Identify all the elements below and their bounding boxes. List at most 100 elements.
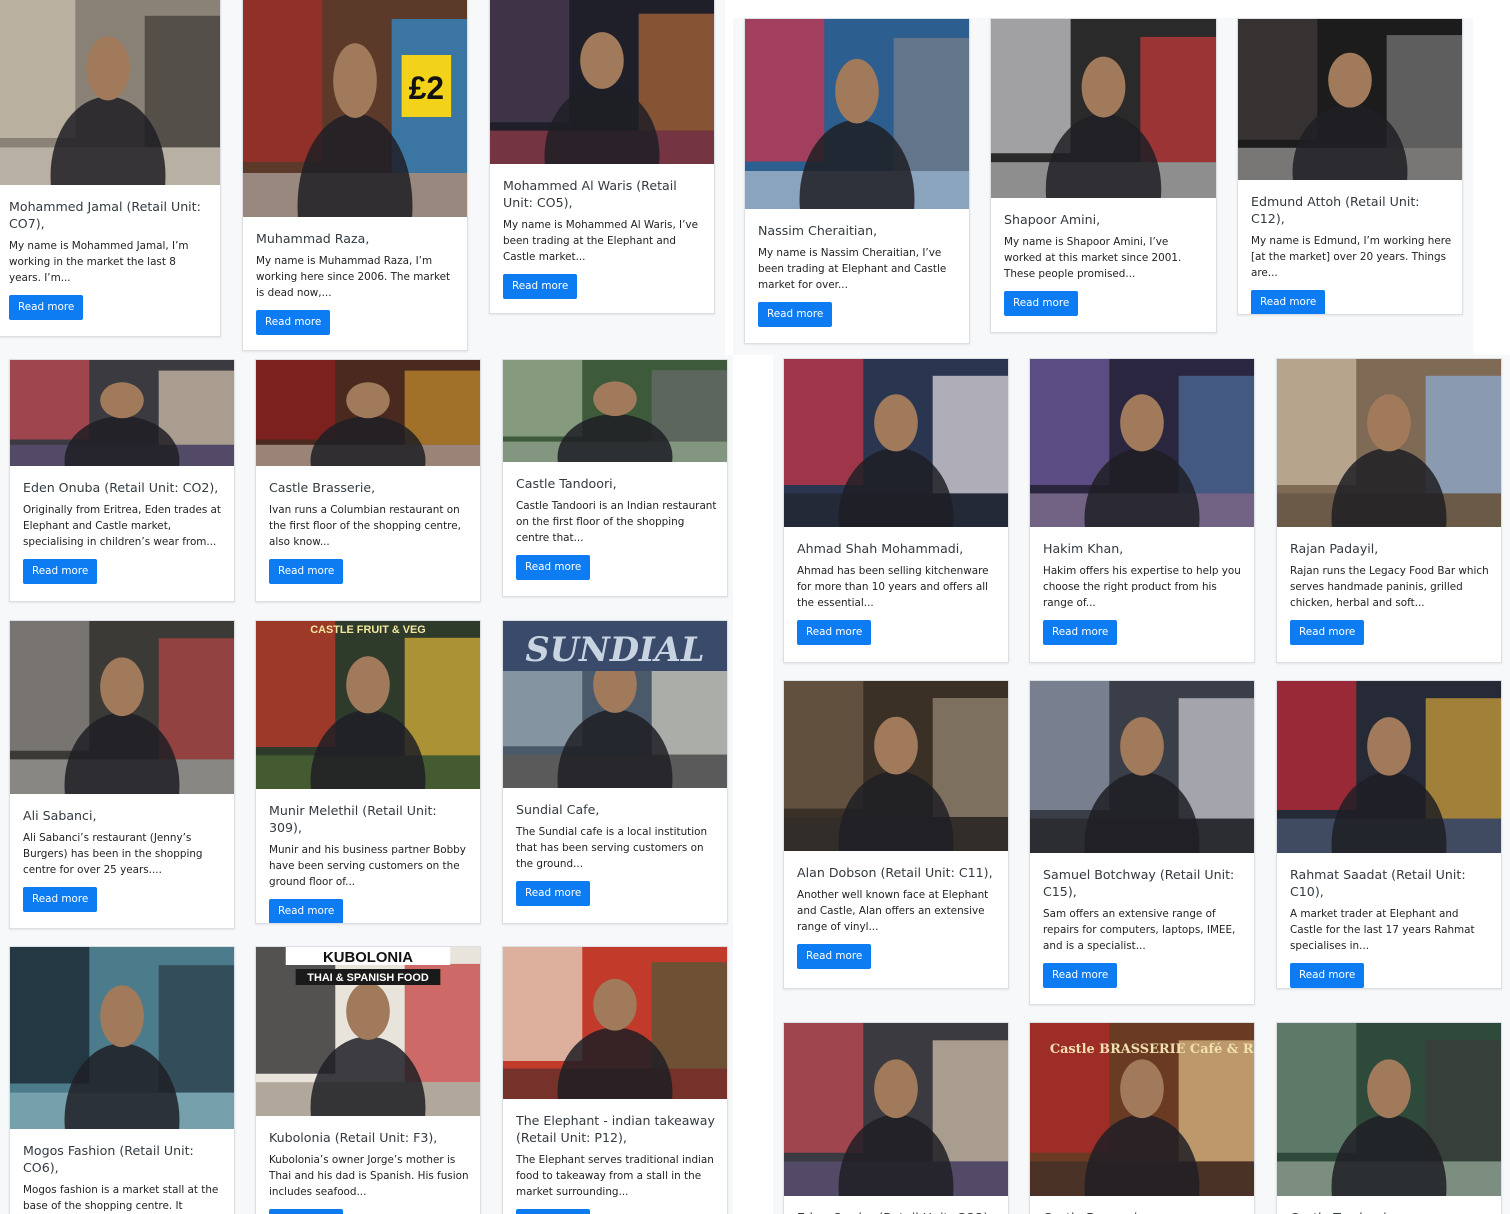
- card-body: Muhammad Raza, My name is Muhammad Raza, …: [256, 230, 457, 335]
- card-body: Ahmad Shah Mohammadi, Ahmad has been sell…: [797, 540, 998, 645]
- card: Hakim Khan, Hakim offers his expertise to…: [1029, 358, 1255, 663]
- card: Castle Tandoori,Read more: [1276, 1022, 1502, 1214]
- read-more-button[interactable]: Read more: [1004, 291, 1079, 316]
- card-body: Castle Brasserie, Ivan runs a Columbian r…: [269, 479, 470, 584]
- read-more-button[interactable]: Read more: [1290, 620, 1365, 645]
- card: Mohammed Jamal (Retail Unit: CO7), My nam…: [0, 0, 221, 337]
- read-more-button[interactable]: Read more: [1290, 963, 1365, 988]
- card-title: Ahmad Shah Mohammadi,: [797, 541, 964, 556]
- card-body: Castle Tandoori, Castle Tandoori is an In…: [516, 475, 717, 580]
- card-body: Edmund Attoh (Retail Unit: C12), My name …: [1251, 193, 1452, 314]
- card-excerpt: Ivan runs a Columbian restaurant on the …: [269, 504, 461, 548]
- card-excerpt: My name is Shapoor Amini, I’ve worked at…: [1004, 236, 1182, 280]
- card-title: Mohammed Jamal (Retail Unit: CO7),: [9, 199, 201, 231]
- thai-spanish-food-stall-photo: KUBOLONIA THAI & SPANISH FOOD: [256, 947, 480, 1116]
- card-excerpt: My name is Mohammed Al Waris, I’ve been …: [503, 219, 698, 263]
- card-body: Samuel Botchway (Retail Unit: C15), Sam o…: [1043, 866, 1244, 988]
- card-excerpt: Kubolonia’s owner Jorge’s mother is Thai…: [269, 1154, 469, 1198]
- card: Mohammed Al Waris (Retail Unit: CO5), My …: [489, 0, 715, 314]
- card-body: Eden Onuba (Retail Unit: CO2),Read more: [797, 1209, 998, 1214]
- kubolonia-sign: KUBOLONIA: [323, 949, 413, 966]
- card-body: Shapoor Amini, My name is Shapoor Amini, …: [1004, 211, 1206, 316]
- card: Edmund Attoh (Retail Unit: C12), My name …: [1237, 18, 1463, 315]
- card-excerpt: Rajan runs the Legacy Food Bar which ser…: [1290, 565, 1489, 609]
- electronics-repair-trader-photo: [1030, 681, 1254, 853]
- card-excerpt: Another well known face at Elephant and …: [797, 889, 989, 933]
- read-more-button[interactable]: Read more: [1043, 620, 1118, 645]
- card-body: Castle Tandoori,Read more: [1290, 1209, 1491, 1214]
- read-more-button[interactable]: Read more: [269, 559, 344, 584]
- card-title: Castle Brasserie,: [1043, 1209, 1244, 1214]
- read-more-button[interactable]: Read more: [9, 295, 84, 320]
- card-body: Castle Brasserie,Read more: [1043, 1209, 1244, 1214]
- portrait-photo: [10, 947, 234, 1129]
- card-title: Castle Brasserie,: [269, 480, 376, 495]
- food-bar-owner-photo: [1277, 359, 1501, 527]
- card-body: Eden Onuba (Retail Unit: CO2), Originally…: [23, 479, 224, 584]
- two-traders-photo: [784, 1023, 1008, 1196]
- card-body: Rahmat Saadat (Retail Unit: C10), A marke…: [1290, 866, 1491, 988]
- read-more-button[interactable]: Read more: [758, 302, 833, 327]
- card-excerpt: My name is Muhammad Raza, I’m working he…: [256, 255, 451, 299]
- read-more-button[interactable]: Read more: [503, 274, 578, 299]
- card-excerpt: Castle Tandoori is an Indian restaurant …: [516, 500, 717, 544]
- card: SUNDIAL Sundial Cafe, The Sundial cafe is …: [502, 620, 728, 924]
- card: Castle Tandoori, Castle Tandoori is an In…: [502, 359, 728, 597]
- kubolonia-subsign: THAI & SPANISH FOOD: [307, 972, 428, 984]
- card-body: Mohammed Jamal (Retail Unit: CO7), My nam…: [9, 198, 210, 320]
- card-excerpt: Hakim offers his expertise to help you c…: [1043, 565, 1241, 609]
- card-excerpt: The Sundial cafe is a local institution …: [516, 826, 708, 870]
- card-title: Munir Melethil (Retail Unit: 309),: [269, 803, 437, 835]
- card-title: Kubolonia (Retail Unit: F3),: [269, 1130, 438, 1145]
- brasserie-sign: Castle BRASSERIE Café & Restaurant: [1050, 1042, 1254, 1057]
- card-title: Eden Onuba (Retail Unit: CO2),: [797, 1209, 998, 1214]
- read-more-button[interactable]: Read more: [516, 881, 591, 906]
- card: Shapoor Amini, My name is Shapoor Amini, …: [990, 18, 1217, 333]
- card-excerpt: The Elephant serves traditional indian f…: [516, 1154, 714, 1198]
- card: Ali Sabanci, Ali Sabanci’s restaurant (Je…: [9, 620, 235, 929]
- card-body: Hakim Khan, Hakim offers his expertise to…: [1043, 540, 1244, 645]
- read-more-button[interactable]: Read more: [269, 899, 344, 923]
- card-title: Castle Tandoori,: [516, 476, 617, 491]
- trader-in-fur-hat-photo: [784, 681, 1008, 851]
- card-title: Castle Tandoori,: [1290, 1209, 1491, 1214]
- card-body: Rajan Padayil, Rajan runs the Legacy Food…: [1290, 540, 1491, 645]
- card-title: Shapoor Amini,: [1004, 212, 1101, 227]
- read-more-button[interactable]: Read more: [797, 944, 872, 969]
- card: £2 Muhammad Raza, My name is Muhammad Raza…: [242, 0, 468, 351]
- card-title: Mogos Fashion (Retail Unit: CO6),: [23, 1143, 194, 1175]
- card-title: Muhammad Raza,: [256, 231, 370, 246]
- read-more-button[interactable]: Read more: [516, 555, 591, 580]
- card: Castle Brasserie, Ivan runs a Columbian r…: [255, 359, 481, 602]
- trader-in-cap-photo: [490, 0, 714, 164]
- shopkeeper-in-store-photo: [0, 0, 220, 185]
- card-body: Ali Sabanci, Ali Sabanci’s restaurant (Je…: [23, 807, 224, 912]
- cap-stall-trader-photo: [1277, 681, 1501, 853]
- read-more-button[interactable]: Read more: [23, 559, 98, 584]
- collage: Mohammed Jamal (Retail Unit: CO7), My nam…: [0, 0, 1510, 1214]
- read-more-button[interactable]: Read more: [256, 310, 331, 335]
- card: Rajan Padayil, Rajan runs the Legacy Food…: [1276, 358, 1502, 663]
- card: Eden Onuba (Retail Unit: CO2), Originally…: [9, 359, 235, 602]
- card: The Elephant - indian takeaway (Retail U…: [502, 946, 728, 1214]
- card-body: Mogos Fashion (Retail Unit: CO6), Mogos f…: [23, 1142, 224, 1214]
- read-more-button[interactable]: Read more: [23, 887, 98, 912]
- card-excerpt: Mogos fashion is a market stall at the b…: [23, 1184, 219, 1212]
- read-more-button[interactable]: Read more: [269, 1209, 344, 1214]
- restaurant-exterior-photo: [1277, 1023, 1501, 1196]
- card-title: Alan Dobson (Retail Unit: C11),: [797, 865, 993, 880]
- read-more-button[interactable]: Read more: [1043, 963, 1118, 988]
- read-more-button[interactable]: Read more: [797, 620, 872, 645]
- fruit-sign: CASTLE FRUIT & VEG: [310, 624, 426, 636]
- card-body: Mohammed Al Waris (Retail Unit: CO5), My …: [503, 177, 704, 299]
- two-traders-photo: [10, 360, 234, 466]
- card-body: The Elephant - indian takeaway (Retail U…: [516, 1112, 717, 1214]
- sundial-sign: SUNDIAL: [525, 629, 704, 669]
- card-excerpt: My name is Nassim Cheraitian, I’ve been …: [758, 247, 947, 291]
- trader-in-hoodie-photo: [745, 19, 969, 209]
- card-body: Sundial Cafe, The Sundial cafe is a local…: [516, 801, 717, 906]
- brasserie-chef-photo: Castle BRASSERIE Café & Restaurant: [1030, 1023, 1254, 1196]
- card-title: Hakim Khan,: [1043, 541, 1124, 556]
- read-more-button[interactable]: Read more: [516, 1209, 591, 1214]
- read-more-button[interactable]: Read more: [1251, 290, 1326, 314]
